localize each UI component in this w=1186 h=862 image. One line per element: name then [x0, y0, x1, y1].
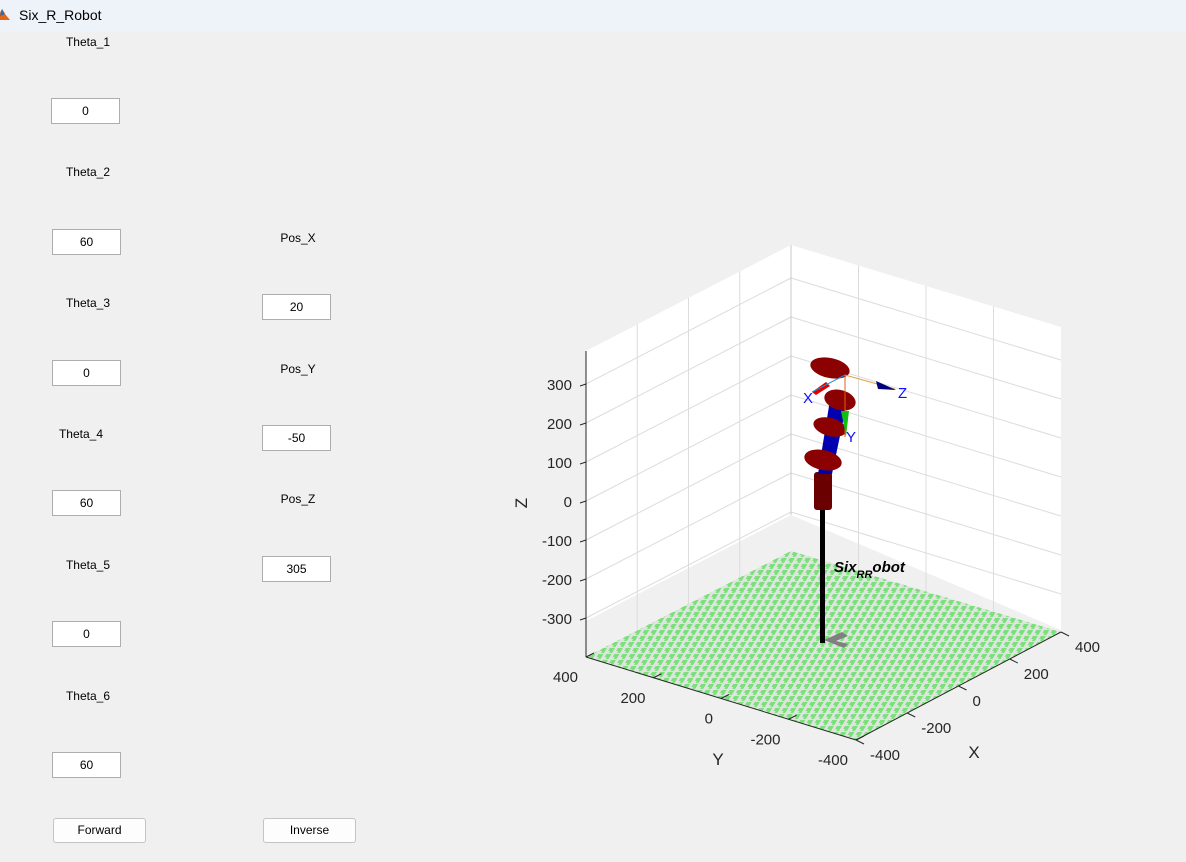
robot-name-tail: obot	[872, 559, 905, 576]
robot-3d-plot[interactable]: 300 200 100 0 -100 -200 -300 400 200 0 -200 -400 -40…	[0, 0, 1186, 862]
z-tick-label: -300	[542, 611, 572, 628]
z-tick-mark	[579, 422, 587, 426]
x-tick-mark	[1060, 631, 1070, 637]
z-tick-label: 100	[547, 455, 572, 472]
y-tick-label: -200	[750, 731, 780, 748]
z-tick-mark	[579, 578, 587, 582]
z-tick-label: 200	[547, 416, 572, 433]
x-tick-label: -200	[921, 720, 951, 737]
z-tick-mark	[579, 500, 587, 504]
z-tick-mark	[579, 461, 587, 465]
z-tick-mark	[579, 617, 587, 621]
x-tick-mark	[1009, 658, 1018, 664]
x-tick-label: 0	[973, 693, 981, 710]
x-tick-mark	[907, 712, 916, 718]
y-axis-label: Y	[712, 750, 723, 769]
z-axis-label: Z	[512, 498, 531, 508]
z-tick-label: 300	[547, 377, 572, 394]
base-pole	[820, 505, 825, 643]
y-tick-label: 0	[705, 711, 713, 728]
x-tick-mark	[958, 685, 967, 691]
x-tick-label: 200	[1024, 666, 1049, 683]
x-tick-label: -400	[870, 747, 900, 764]
z-tick-mark	[579, 539, 587, 543]
x-tick-label: 400	[1075, 639, 1100, 656]
robot-name-sub: RR	[857, 569, 873, 581]
y-tick-label: -400	[818, 752, 848, 769]
z-tick-mark	[579, 383, 587, 387]
x-tick-mark	[855, 739, 865, 745]
frame-y-label: Y	[846, 429, 856, 446]
y-tick-label: 400	[553, 669, 578, 686]
link-1	[814, 472, 832, 510]
z-tick-label: -100	[542, 533, 572, 550]
y-tick-label: 200	[620, 690, 645, 707]
frame-x-label: X	[803, 390, 813, 407]
z-tick-label: -200	[542, 572, 572, 589]
x-axis-label: X	[968, 743, 979, 762]
robot-name-main: Six	[834, 559, 857, 576]
frame-z-label: Z	[898, 385, 907, 402]
z-tick-label: 0	[564, 494, 572, 511]
